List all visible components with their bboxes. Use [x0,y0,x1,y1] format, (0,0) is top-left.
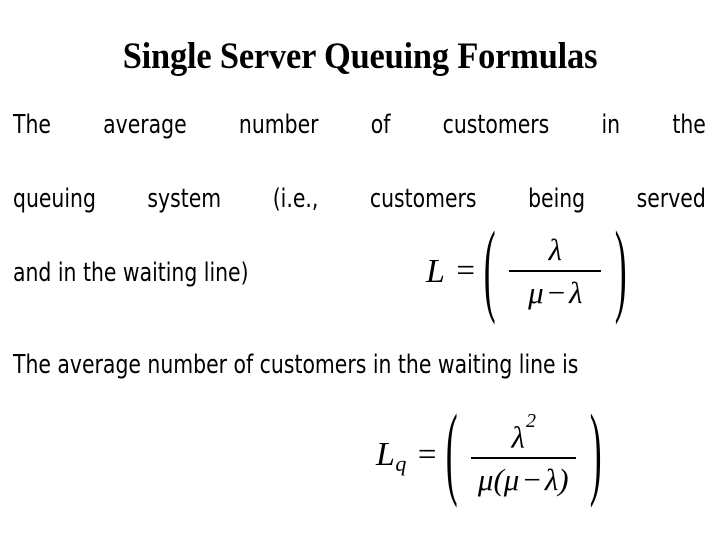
formula-Lq-denominator-inner-mu: μ [503,462,520,498]
formula-Lq-lhs: Lq [376,436,407,477]
formula-Lq-fraction: λ2 μ(μ − λ) [470,410,576,498]
formula-Lq-subscript: q [395,451,407,477]
formula-Lq-symbol: L [376,436,396,474]
formula-L-open-paren: ( [483,213,496,327]
formula-L-denominator-mu: μ [528,275,544,310]
paragraph-two: The average number of customers in the w… [13,347,713,384]
formula-Lq-denominator-minus: − [523,462,541,498]
formula-L-denominator-minus: − [547,275,566,310]
paragraph-two-line-2: line is [518,350,579,380]
formula-L-lhs: L [426,253,445,291]
paragraph-one-line-1: The average number of customers in the [13,110,706,140]
formula-Lq-equals: = [417,436,437,473]
formula-Lq-denominator-mu: μ [477,462,494,498]
formula-Lq-denominator-inner-close: ) [558,462,569,498]
formula-L-denominator: μ − λ [521,272,589,311]
formula-L-close-paren: ) [615,213,627,327]
formula-Lq-denominator-inner-lambda: λ [544,462,559,498]
page-title: Single Server Queuing Formulas [122,36,598,77]
formula-L-symbol: L [426,252,446,290]
formula-Lq-numerator-base: λ [511,419,525,455]
formula-Lq-numerator: λ2 [505,410,542,457]
slide-canvas: Single Server Queuing Formulas The avera… [0,0,720,540]
formula-L-fraction: λ μ − λ [509,232,602,311]
formula-Lq-numerator-exponent: 2 [525,410,536,432]
formula-Lq-denominator-inner-open: ( [493,462,504,498]
formula-Lq-denominator: μ(μ − λ) [471,459,576,498]
formula-average-number-in-queue: Lq = ( λ2 μ(μ − λ) ) [376,402,601,506]
paragraph-two-line-1: The average number of customers in the w… [13,350,513,380]
formula-Lq-open-paren: ( [445,397,458,511]
formula-L-equals: = [456,253,476,289]
formula-Lq-close-paren: ) [589,397,602,511]
formula-average-number-in-system: L = ( λ μ − λ ) [426,218,627,322]
formula-L-denominator-lambda: λ [569,275,583,310]
formula-L-numerator: λ [548,232,563,267]
